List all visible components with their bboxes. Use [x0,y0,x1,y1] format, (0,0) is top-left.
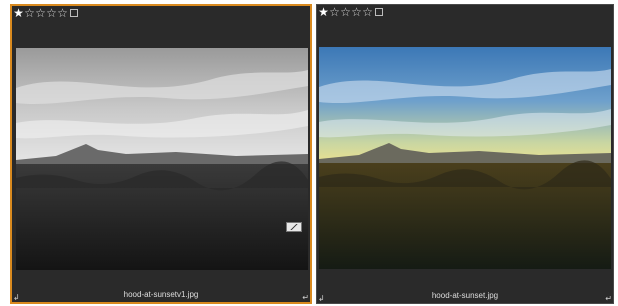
filename-label: hood-at-sunsetv1.jpg [123,290,199,299]
star-empty-icon[interactable]: ☆ [329,6,340,18]
star-rating[interactable]: ★ ☆ ☆ ☆ ☆ [13,7,78,19]
flag-checkbox[interactable] [375,8,383,16]
star-empty-icon[interactable]: ☆ [362,6,373,18]
rotate-right-icon[interactable]: ↵ [605,295,612,303]
star-filled-icon[interactable]: ★ [13,7,24,19]
star-empty-icon[interactable]: ☆ [340,6,351,18]
thumbnail-cell-2[interactable]: ★ ☆ ☆ ☆ ☆ hood-at-sunset.jpg ↲ ↵ [316,4,614,304]
star-empty-icon[interactable]: ☆ [351,6,362,18]
flag-checkbox[interactable] [70,9,78,17]
landscape-image [16,48,308,270]
thumbnail-cell-1[interactable]: ★ ☆ ☆ ☆ ☆ hood-at-sunsetv1.jpg ↲ ↵ [10,4,312,304]
photo-thumbnail[interactable] [319,47,611,269]
star-empty-icon[interactable]: ☆ [24,7,35,19]
rotate-left-icon[interactable]: ↲ [13,294,20,302]
rotate-right-icon[interactable]: ↵ [302,294,309,302]
rotate-left-icon[interactable]: ↲ [318,295,325,303]
star-empty-icon[interactable]: ☆ [57,7,68,19]
edited-badge-icon [286,222,302,232]
star-rating[interactable]: ★ ☆ ☆ ☆ ☆ [318,6,383,18]
star-filled-icon[interactable]: ★ [318,6,329,18]
star-empty-icon[interactable]: ☆ [46,7,57,19]
landscape-image [319,47,611,269]
photo-thumbnail[interactable] [16,48,308,270]
star-empty-icon[interactable]: ☆ [35,7,46,19]
filename-label: hood-at-sunset.jpg [431,291,499,300]
